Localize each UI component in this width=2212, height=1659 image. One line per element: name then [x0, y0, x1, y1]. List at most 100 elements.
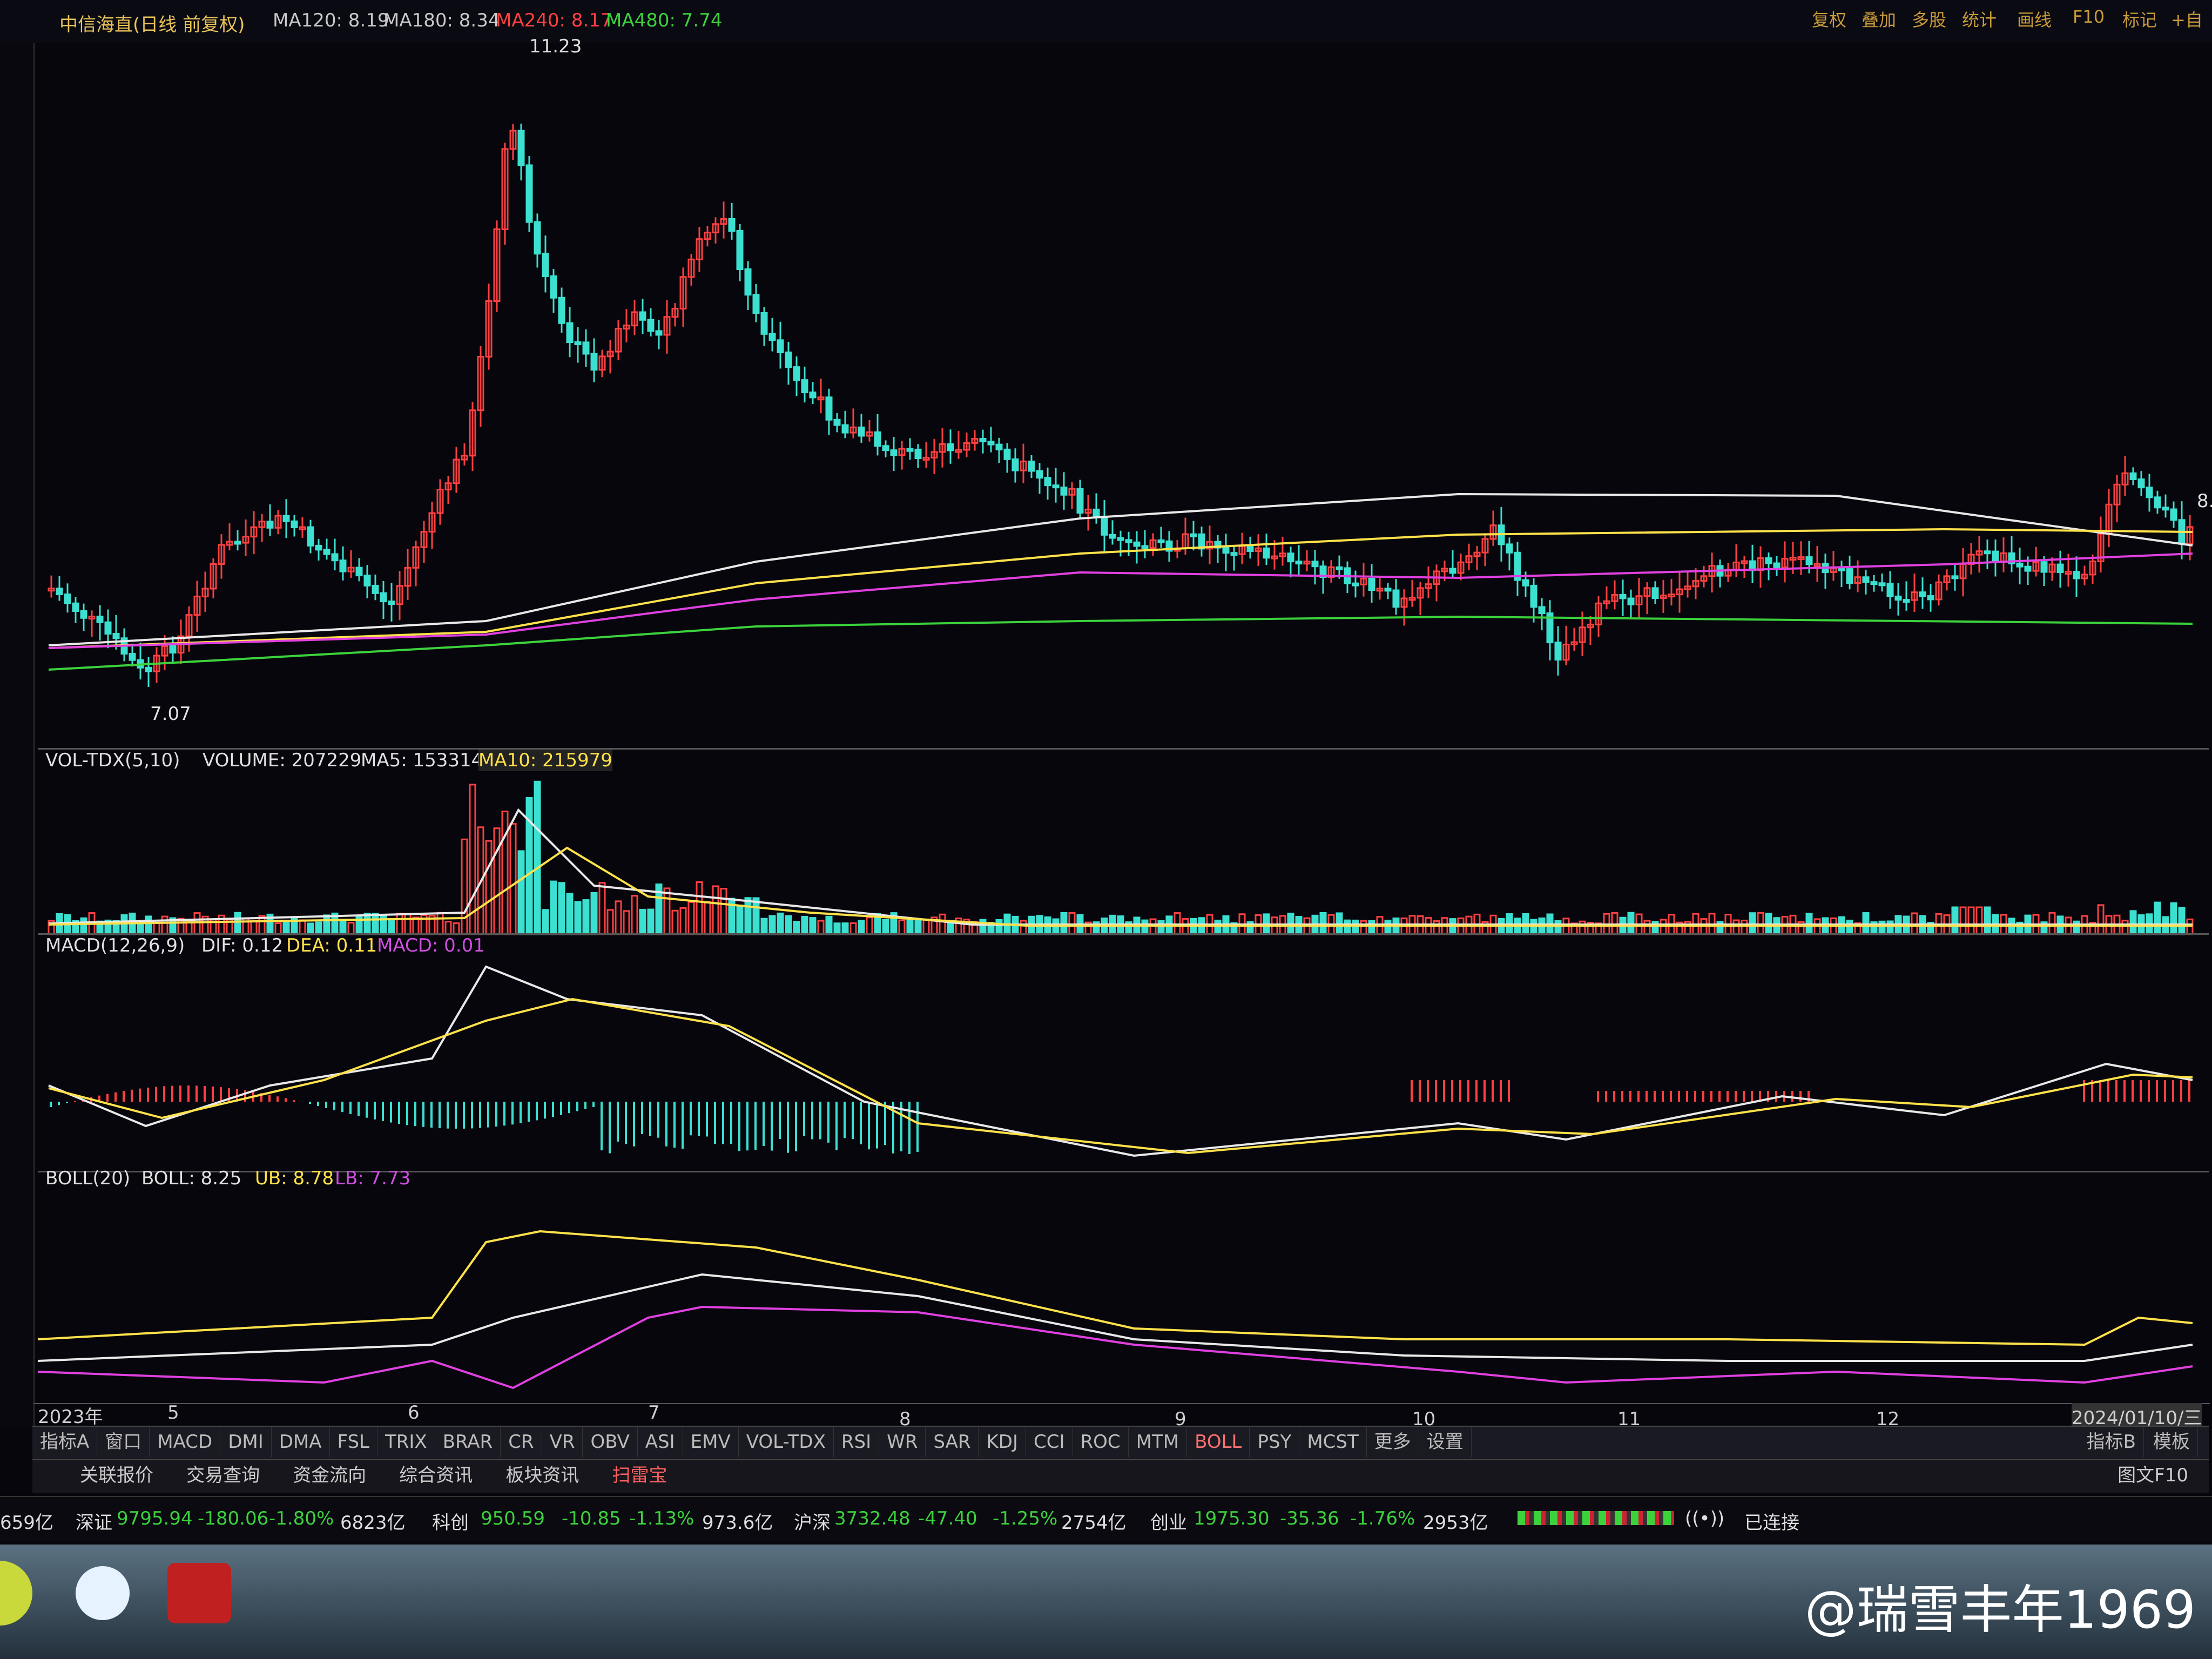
candle-body — [728, 218, 736, 232]
tab-dma[interactable]: DMA — [272, 1427, 330, 1457]
tab-cci[interactable]: CCI — [1026, 1427, 1073, 1457]
macd-histogram-bar — [2164, 1080, 2166, 1102]
macd-dif-line — [48, 965, 2193, 1157]
tab-indicator-a[interactable]: 指标A — [32, 1427, 98, 1457]
candle-body — [2146, 487, 2153, 498]
macd-indicator-name[interactable]: MACD(12,26,9) — [45, 935, 185, 956]
tab-macd[interactable]: MACD — [150, 1427, 221, 1457]
macd-histogram-bar — [844, 1102, 846, 1138]
tab-roc[interactable]: ROC — [1073, 1427, 1129, 1457]
kline-chart[interactable] — [0, 0, 2212, 1426]
tab-obv[interactable]: OBV — [583, 1427, 638, 1457]
macd-histogram-bar — [358, 1102, 360, 1116]
tab-brar[interactable]: BRAR — [435, 1427, 501, 1457]
tab-emv[interactable]: EMV — [683, 1427, 739, 1457]
tab-cr[interactable]: CR — [501, 1427, 542, 1457]
macd-histogram-bar — [1483, 1080, 1486, 1102]
trade-query-button[interactable]: 交易查询 — [171, 1460, 275, 1491]
volume-bar — [1384, 920, 1392, 935]
tab-mcst[interactable]: MCST — [1299, 1427, 1367, 1457]
tab-window[interactable]: 窗口 — [97, 1427, 150, 1457]
tab-dmi[interactable]: DMI — [220, 1427, 272, 1457]
candle-body — [1984, 550, 1991, 555]
macd-histogram-bar — [1467, 1080, 1469, 1102]
f10-info-button[interactable]: 图文F10 — [2102, 1460, 2203, 1491]
macd-histogram-bar — [503, 1102, 505, 1126]
macd-histogram-bar — [1678, 1091, 1680, 1102]
volume-bar — [712, 885, 719, 935]
macd-histogram-bar — [746, 1102, 748, 1151]
tab-settings[interactable]: 设置 — [1419, 1427, 1472, 1457]
volume-bar — [120, 914, 128, 935]
volume-bar — [663, 887, 671, 935]
volume-bar — [671, 909, 679, 935]
macd-histogram-bar — [1621, 1091, 1623, 1102]
macd-histogram-bar — [536, 1102, 538, 1121]
macd-histogram-bar — [609, 1102, 611, 1154]
macd-histogram-bar — [754, 1102, 757, 1150]
macd-histogram-bar — [220, 1087, 222, 1102]
macd-histogram-bar — [1500, 1080, 1502, 1102]
volume-bar — [2129, 910, 2137, 935]
volume-bar — [639, 908, 646, 935]
tab-indicator-b[interactable]: 指标B — [2079, 1427, 2144, 1457]
general-news-button[interactable]: 综合资讯 — [384, 1460, 488, 1491]
candle-body — [1287, 552, 1294, 563]
minesweeper-button[interactable]: 扫雷宝 — [597, 1460, 682, 1491]
tab-asi[interactable]: ASI — [638, 1427, 683, 1457]
macd-histogram-bar — [2099, 1080, 2101, 1102]
tab-more[interactable]: 更多 — [1367, 1427, 1419, 1457]
volume-bar — [2073, 920, 2080, 935]
macd-histogram-bar — [155, 1087, 157, 1102]
macd-histogram-bar — [1735, 1091, 1737, 1102]
tab-sar[interactable]: SAR — [926, 1427, 979, 1457]
volume-bar — [704, 901, 711, 935]
volume-bar — [696, 881, 703, 935]
citic-app-icon[interactable] — [167, 1563, 231, 1623]
volume-bar — [1846, 920, 1853, 935]
tab-kdj[interactable]: KDJ — [979, 1427, 1026, 1457]
volume-bar — [2121, 920, 2129, 935]
volume-bar — [388, 918, 395, 935]
boll-indicator-name[interactable]: BOLL(20) — [45, 1168, 130, 1189]
tab-boll[interactable]: BOLL — [1187, 1427, 1250, 1457]
candle-body — [355, 567, 363, 577]
candle-body — [647, 319, 655, 332]
candle-body — [291, 520, 298, 528]
browser-app-icon[interactable] — [76, 1566, 130, 1620]
tab-vr[interactable]: VR — [542, 1427, 583, 1457]
macd-histogram-bar — [1662, 1091, 1664, 1102]
volume-bar — [768, 915, 776, 935]
volume-bar — [1643, 920, 1651, 935]
tab-psy[interactable]: PSY — [1250, 1427, 1300, 1457]
tab-trix[interactable]: TRIX — [377, 1427, 435, 1457]
tab-rsi[interactable]: RSI — [834, 1427, 880, 1457]
start-app-icon[interactable] — [0, 1561, 32, 1626]
candle-body — [744, 268, 752, 296]
macd-histogram-bar — [276, 1096, 279, 1102]
volume-bar — [1554, 920, 1562, 935]
volume-bar — [1360, 920, 1367, 935]
volume-indicator-name[interactable]: VOL-TDX(5,10) — [45, 750, 180, 771]
macd-histogram-bar — [1451, 1080, 1453, 1102]
tab-vol-tdx[interactable]: VOL-TDX — [739, 1427, 834, 1457]
macd-histogram-bar — [779, 1102, 781, 1139]
candle-body — [979, 438, 987, 443]
sz-name: 深证 — [76, 1512, 112, 1534]
candle-body — [1554, 642, 1562, 661]
tab-mtm[interactable]: MTM — [1129, 1427, 1188, 1457]
boll-lower: LB: 7.73 — [335, 1168, 411, 1189]
candle-body — [112, 632, 120, 639]
tab-template[interactable]: 模板 — [2146, 1427, 2198, 1457]
candle-body — [96, 616, 104, 623]
candle-body — [380, 592, 387, 603]
related-quotes-button[interactable]: 关联报价 — [65, 1460, 168, 1491]
volume-bar — [80, 917, 87, 935]
fund-flow-button[interactable]: 资金流向 — [278, 1460, 381, 1491]
macd-histogram-bar — [1492, 1080, 1494, 1102]
volume-bar — [833, 922, 841, 935]
tab-wr[interactable]: WR — [879, 1427, 926, 1457]
tab-fsl[interactable]: FSL — [330, 1427, 377, 1457]
candle-body — [906, 448, 914, 452]
sector-news-button[interactable]: 板块资讯 — [490, 1460, 594, 1491]
